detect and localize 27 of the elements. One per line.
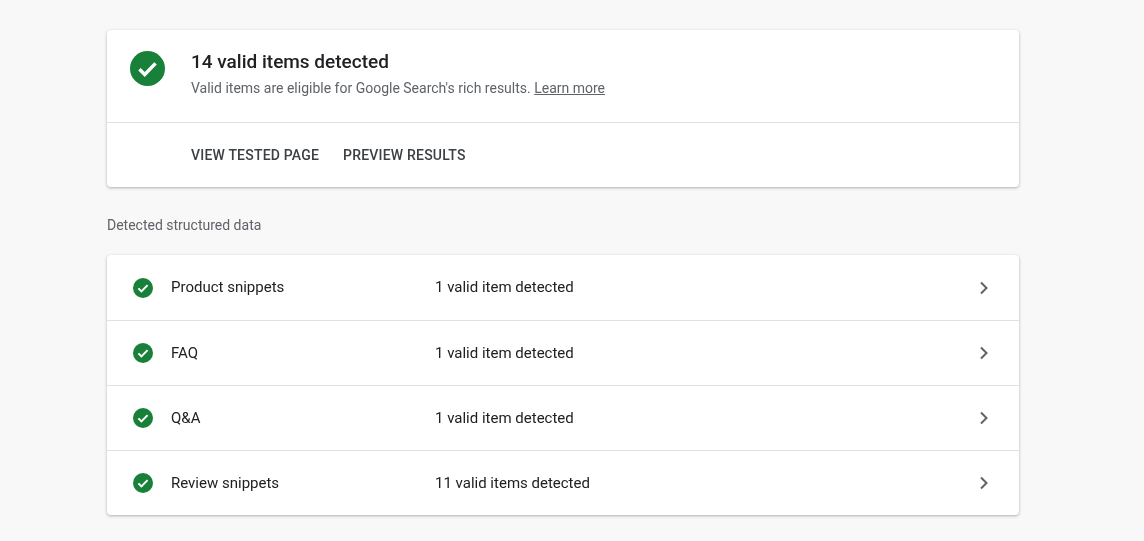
learn-more-link[interactable]: Learn more <box>534 80 606 96</box>
result-row[interactable]: Review snippets 11 valid items detected <box>107 450 1019 515</box>
summary-title: 14 valid items detected <box>191 50 390 74</box>
check-icon <box>133 277 153 298</box>
chevron-icon <box>979 476 989 490</box>
item-count: 1 valid item detected <box>435 342 574 364</box>
item-name: Q&A <box>171 407 202 429</box>
check-icon <box>133 408 153 428</box>
item-count: 11 valid items detected <box>435 472 590 494</box>
chevron-icon <box>979 346 989 360</box>
section-title: Detected structured data <box>107 216 262 235</box>
item-count: 1 valid item detected <box>435 407 574 429</box>
result-row[interactable]: Product snippets 1 valid item detected <box>107 255 1019 320</box>
chevron-icon <box>979 280 989 295</box>
item-count: 1 valid item detected <box>435 277 574 299</box>
chevron-icon <box>979 411 989 425</box>
item-name: Review snippets <box>171 472 281 494</box>
action-button[interactable]: VIEW TESTED PAGE <box>183 136 328 174</box>
summary-description: Valid items are eligible for Google Search's rich results. Learn more <box>191 79 606 98</box>
item-name: FAQ <box>171 342 200 364</box>
action-button[interactable]: PREVIEW RESULTS <box>335 136 474 174</box>
check-icon <box>130 51 165 86</box>
result-row[interactable]: FAQ 1 valid item detected <box>107 320 1019 385</box>
check-icon <box>133 473 153 493</box>
result-row[interactable]: Q&A 1 valid item detected <box>107 385 1019 450</box>
check-icon <box>133 343 153 363</box>
item-name: Product snippets <box>171 277 286 299</box>
